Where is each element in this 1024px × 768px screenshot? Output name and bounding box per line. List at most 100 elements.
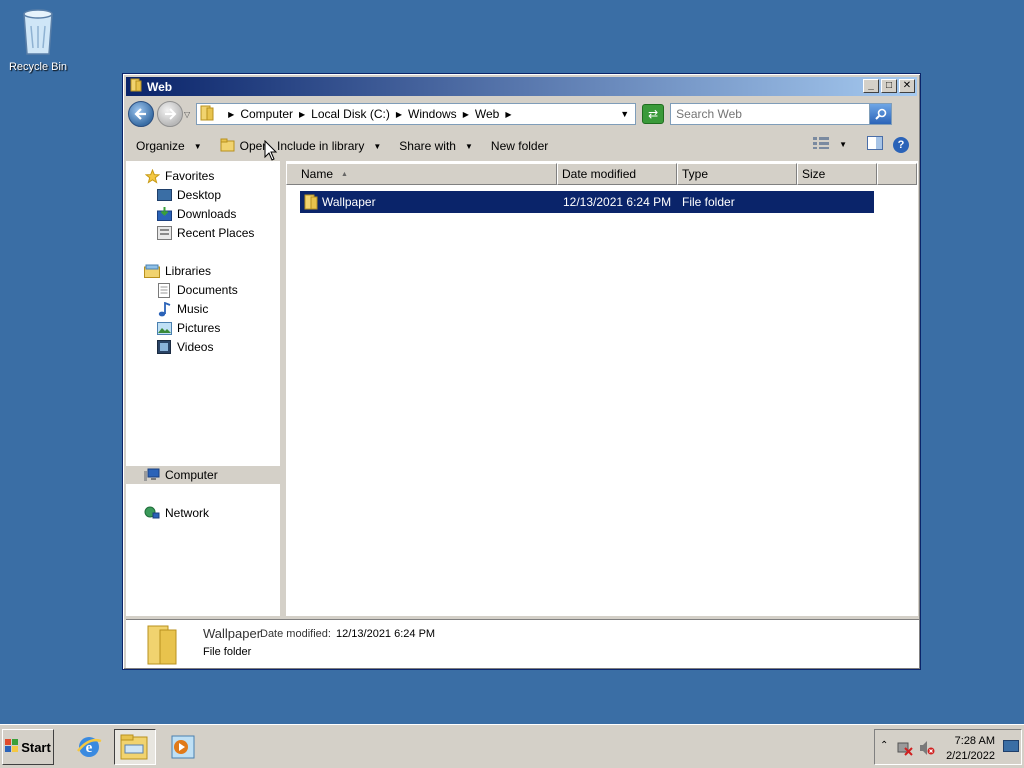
open-button[interactable]: Open — [220, 138, 269, 155]
details-folder-icon — [146, 624, 178, 669]
details-type: File folder — [203, 646, 252, 658]
close-button[interactable]: ✕ — [899, 79, 915, 93]
new-folder-button[interactable]: New folder — [491, 139, 548, 153]
help-icon[interactable]: ? — [893, 136, 909, 153]
internet-explorer-icon: e — [77, 737, 102, 757]
column-type-label: Type — [682, 167, 709, 181]
media-player-icon — [171, 735, 195, 759]
recycle-bin-icon — [23, 9, 53, 55]
view-options-icon[interactable] — [813, 137, 830, 152]
music-icon — [156, 301, 172, 317]
breadcrumb-separator-icon[interactable]: ▶ — [505, 110, 511, 119]
start-label: Start — [21, 739, 51, 755]
details-pane: Wallpaper Date modified: 12/13/2021 6:24… — [126, 619, 919, 668]
include-in-library-button[interactable]: Include in library ▼ — [277, 139, 381, 153]
videos-icon — [156, 339, 172, 355]
refresh-button[interactable]: ⇄ — [642, 104, 665, 124]
nav-item-downloads[interactable]: Downloads — [156, 205, 236, 223]
volume-muted-icon[interactable] — [919, 740, 935, 759]
organize-button[interactable]: Organize ▼ — [136, 139, 202, 153]
nav-label-pictures: Pictures — [177, 321, 221, 335]
back-arrow-icon — [134, 108, 146, 120]
search-button[interactable] — [869, 104, 892, 124]
star-icon — [144, 168, 160, 184]
minimize-button[interactable]: _ — [863, 79, 879, 93]
nav-label-music: Music — [177, 302, 209, 316]
nav-item-desktop[interactable]: Desktop — [156, 186, 221, 204]
nav-label-recent-places: Recent Places — [177, 226, 255, 240]
view-dropdown-icon[interactable]: ▼ — [839, 140, 847, 149]
folder-icon — [130, 78, 142, 95]
details-date-label: Date modified: — [260, 628, 331, 640]
start-button[interactable]: Start — [2, 729, 54, 765]
maximize-button[interactable]: □ — [881, 79, 897, 93]
breadcrumb-web[interactable]: Web — [475, 107, 499, 121]
show-desktop-icon[interactable] — [1003, 740, 1019, 757]
desktop-icon — [156, 187, 172, 203]
title-bar[interactable]: Web _ □ ✕ — [126, 77, 917, 96]
breadcrumb-windows[interactable]: Windows — [408, 107, 457, 121]
sort-ascending-icon: ▲ — [341, 170, 348, 178]
nav-item-recent-places[interactable]: Recent Places — [156, 224, 254, 242]
column-size-label: Size — [802, 167, 826, 181]
folder-icon — [304, 194, 318, 213]
breadcrumb-separator-icon[interactable]: ▶ — [463, 110, 469, 119]
clock-date: 2/21/2022 — [946, 750, 995, 762]
breadcrumb-computer[interactable]: Computer — [240, 107, 293, 121]
system-tray: ⌃ 7:28 AM 2/21/2022 — [874, 729, 1022, 765]
windows-logo-icon — [5, 738, 19, 756]
share-with-button[interactable]: Share with ▼ — [399, 139, 473, 153]
search-input[interactable] — [671, 105, 868, 123]
breadcrumb-separator-icon[interactable]: ▶ — [396, 110, 402, 119]
recycle-bin[interactable]: Recycle Bin — [6, 6, 70, 73]
column-header-date[interactable]: Date modified — [557, 163, 677, 185]
search-box[interactable] — [670, 103, 893, 125]
file-type: File folder — [682, 195, 735, 209]
address-bar[interactable]: ▶ Computer ▶ Local Disk (C:) ▶ Windows ▶… — [196, 103, 637, 125]
nav-item-videos[interactable]: Videos — [156, 338, 213, 356]
search-icon — [874, 108, 886, 120]
nav-item-favorites[interactable]: Favorites — [144, 167, 214, 185]
back-button[interactable] — [128, 101, 154, 127]
explorer-window: Web _ □ ✕ ▽ ▶ Computer ▶ Local Disk (C:)… — [122, 73, 921, 670]
clock[interactable]: 7:28 AM 2/21/2022 — [946, 734, 995, 764]
command-bar: Organize ▼ Open Include in library ▼ Sha… — [126, 132, 917, 160]
nav-item-network[interactable]: Network — [144, 504, 209, 522]
window-title: Web — [147, 79, 173, 94]
network-icon — [144, 505, 160, 521]
breadcrumb-separator-icon[interactable]: ▶ — [228, 110, 234, 119]
column-header-size[interactable]: Size — [797, 163, 877, 185]
nav-item-pictures[interactable]: Pictures — [156, 319, 220, 337]
recent-places-icon — [156, 225, 172, 241]
breadcrumb: ▶ Computer ▶ Local Disk (C:) ▶ Windows ▶… — [222, 107, 517, 121]
history-dropdown-icon[interactable]: ▽ — [184, 110, 190, 119]
preview-pane-icon[interactable] — [867, 136, 883, 153]
nav-item-computer[interactable]: Computer — [144, 466, 218, 484]
address-row: ▽ ▶ Computer ▶ Local Disk (C:) ▶ Windows… — [126, 99, 917, 129]
file-row[interactable]: Wallpaper 12/13/2021 6:24 PM File folder — [300, 191, 874, 213]
details-name: Wallpaper — [203, 626, 262, 641]
nav-label-computer: Computer — [165, 468, 218, 482]
network-status-icon[interactable] — [897, 740, 913, 759]
forward-button[interactable] — [157, 101, 183, 127]
file-date: 12/13/2021 6:24 PM — [563, 195, 672, 209]
breadcrumb-separator-icon[interactable]: ▶ — [299, 110, 305, 119]
show-hidden-icons-icon[interactable]: ⌃ — [880, 740, 888, 751]
nav-item-music[interactable]: Music — [156, 300, 208, 318]
breadcrumb-local-disk[interactable]: Local Disk (C:) — [311, 107, 390, 121]
explorer-taskbar-button[interactable] — [114, 729, 156, 765]
share-with-label: Share with — [399, 139, 456, 153]
nav-item-documents[interactable]: Documents — [156, 281, 238, 299]
nav-label-desktop: Desktop — [177, 188, 222, 202]
new-folder-label: New folder — [490, 139, 549, 153]
media-player-button[interactable] — [162, 729, 204, 765]
explorer-icon — [120, 734, 148, 760]
recycle-bin-label: Recycle Bin — [8, 61, 68, 73]
internet-explorer-button[interactable]: e — [68, 729, 110, 765]
address-dropdown-icon[interactable]: ▼ — [620, 109, 629, 119]
column-header-type[interactable]: Type — [677, 163, 797, 185]
column-header-name[interactable]: Name ▲ — [286, 163, 557, 185]
nav-item-libraries[interactable]: Libraries — [144, 262, 211, 280]
folder-icon — [200, 105, 214, 124]
open-folder-icon — [220, 138, 236, 155]
